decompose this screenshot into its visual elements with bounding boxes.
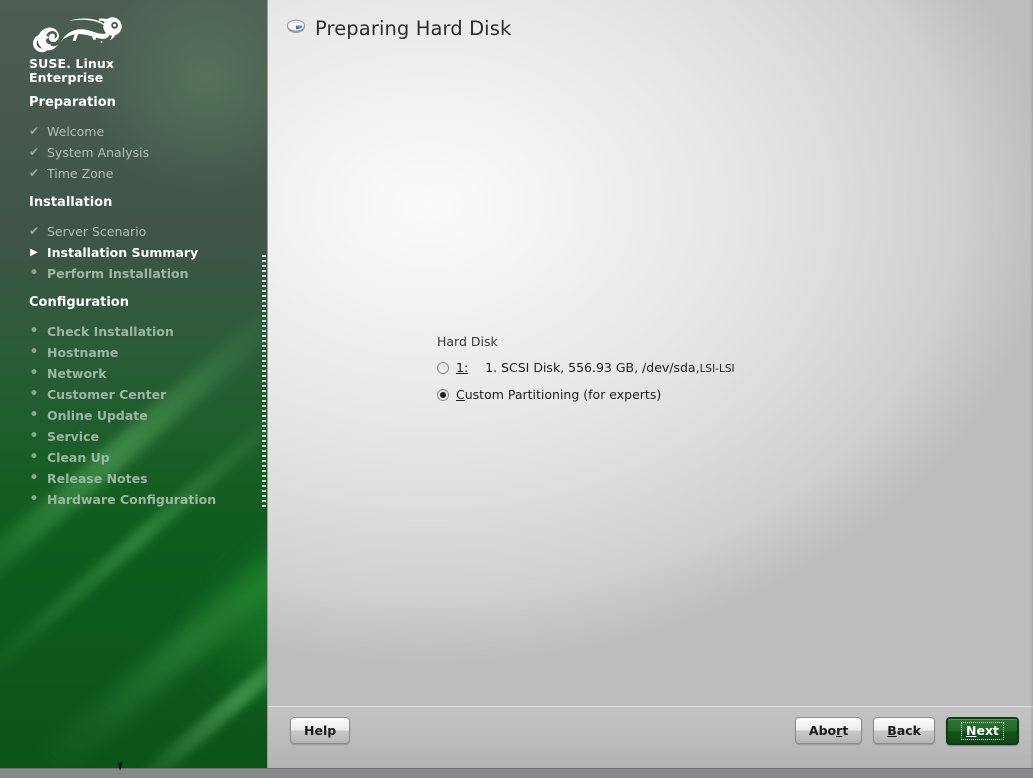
sidebar-item-label: Online Update bbox=[47, 408, 148, 423]
next-button[interactable]: Next bbox=[946, 717, 1019, 745]
sidebar-item-online-update[interactable]: • Online Update bbox=[0, 405, 267, 426]
sidebar-ribbon-3 bbox=[30, 511, 267, 768]
sidebar-ribbon-4 bbox=[120, 593, 267, 768]
radio-label-custom-partitioning: Custom Partitioning (for experts) bbox=[456, 387, 661, 402]
hard-disk-group-label: Hard Disk bbox=[437, 334, 735, 349]
next-button-label-tail: ext bbox=[976, 723, 999, 738]
sidebar-item-hardware-configuration[interactable]: • Hardware Configuration bbox=[0, 489, 267, 510]
sidebar-item-label: Release Notes bbox=[47, 471, 148, 486]
custom-partitioning-text: ustom Partitioning (for experts) bbox=[465, 387, 662, 402]
back-button[interactable]: Back bbox=[873, 717, 935, 744]
bullet-icon: • bbox=[27, 489, 41, 510]
radio-accesskey-disk-1: 1: bbox=[456, 360, 468, 375]
sidebar-item-clean-up[interactable]: • Clean Up bbox=[0, 447, 267, 468]
check-icon: ✔ bbox=[27, 163, 41, 184]
bullet-icon: • bbox=[27, 342, 41, 363]
radio-indicator-disk-1[interactable] bbox=[437, 362, 449, 374]
bullet-icon: • bbox=[27, 263, 41, 284]
sidebar-item-hostname[interactable]: • Hostname bbox=[0, 342, 267, 363]
sidebar-item-label: Server Scenario bbox=[47, 224, 146, 239]
dialog-button-bar: Help Abort Back Next bbox=[268, 706, 1033, 768]
sidebar-item-label: Check Installation bbox=[47, 324, 174, 339]
bullet-icon: • bbox=[27, 447, 41, 468]
sidebar-item-service[interactable]: • Service bbox=[0, 426, 267, 447]
sidebar-item-network[interactable]: • Network bbox=[0, 363, 267, 384]
radio-option-disk-1[interactable]: 1: 1. SCSI Disk, 556.93 GB, /dev/sda,LSI-… bbox=[437, 360, 735, 375]
sidebar-item-system-analysis[interactable]: ✔ System Analysis bbox=[0, 142, 267, 163]
check-icon: ✔ bbox=[27, 121, 41, 142]
hard-disk-group: Hard Disk 1: 1. SCSI Disk, 556.93 GB, /de… bbox=[437, 334, 735, 402]
bullet-icon: • bbox=[27, 426, 41, 447]
check-icon: ✔ bbox=[27, 221, 41, 242]
sidebar-item-label: Customer Center bbox=[47, 387, 166, 402]
product-name-line2: Enterprise bbox=[29, 71, 114, 85]
abort-button-label-tail: t bbox=[842, 723, 848, 738]
sidebar-item-label: Installation Summary bbox=[47, 245, 198, 260]
bullet-icon: • bbox=[27, 321, 41, 342]
product-name-line1: SUSE. Linux bbox=[29, 57, 114, 71]
page-title-row: Preparing Hard Disk bbox=[286, 16, 511, 40]
sidebar-item-label: Service bbox=[47, 429, 99, 444]
sidebar-item-check-installation[interactable]: • Check Installation bbox=[0, 321, 267, 342]
sidebar-item-label: Hardware Configuration bbox=[47, 492, 216, 507]
radio-accesskey-custom-partitioning: C bbox=[456, 387, 465, 402]
sidebar-ribbon-glow bbox=[175, 483, 267, 731]
abort-button-label: Abo bbox=[809, 723, 836, 738]
sidebar-item-label: Perform Installation bbox=[47, 266, 189, 281]
sidebar-item-welcome[interactable]: ✔ Welcome bbox=[0, 121, 267, 142]
bullet-icon: • bbox=[27, 405, 41, 426]
installer-screen: SUSE. Linux Enterprise Preparation ✔ Welco… bbox=[0, 0, 1033, 778]
radio-option-custom-partitioning[interactable]: Custom Partitioning (for experts) bbox=[437, 387, 735, 402]
installer-sidebar: SUSE. Linux Enterprise Preparation ✔ Welco… bbox=[0, 0, 267, 768]
dotted-splitter-handle-icon[interactable] bbox=[262, 255, 266, 507]
sidebar-item-label: Time Zone bbox=[47, 166, 113, 181]
arrow-right-icon: ▶ bbox=[27, 242, 41, 263]
sidebar-item-label: Welcome bbox=[47, 124, 104, 139]
bullet-icon: • bbox=[27, 468, 41, 489]
bullet-icon: • bbox=[27, 384, 41, 405]
sidebar-item-label: Clean Up bbox=[47, 450, 110, 465]
sidebar-item-label: System Analysis bbox=[47, 145, 149, 160]
sidebar-item-customer-center[interactable]: • Customer Center bbox=[0, 384, 267, 405]
sidebar-section-heading: Installation bbox=[0, 194, 267, 212]
back-button-label-tail: ack bbox=[897, 723, 921, 738]
product-name: SUSE. Linux Enterprise bbox=[29, 57, 114, 85]
sidebar-item-label: Network bbox=[47, 366, 107, 381]
help-button-label: Help bbox=[304, 723, 336, 738]
sidebar-item-release-notes[interactable]: • Release Notes bbox=[0, 468, 267, 489]
installer-step-list: Preparation ✔ Welcome ✔ System Analysis ✔ Time… bbox=[0, 94, 267, 510]
sidebar-item-installation-summary[interactable]: ▶ Installation Summary bbox=[0, 242, 267, 263]
sidebar-section-heading: Preparation bbox=[0, 94, 267, 112]
page-title: Preparing Hard Disk bbox=[315, 17, 511, 40]
sidebar-item-server-scenario[interactable]: ✔ Server Scenario bbox=[0, 221, 267, 242]
bullet-icon: • bbox=[27, 363, 41, 384]
next-accesskey: N bbox=[966, 723, 976, 738]
sidebar-item-perform-installation[interactable]: • Perform Installation bbox=[0, 263, 267, 284]
installer-content-panel: Preparing Hard Disk Hard Disk 1: 1. SCSI … bbox=[267, 0, 1033, 768]
radio-label-disk-1: 1: 1. SCSI Disk, 556.93 GB, /dev/sda,LSI-… bbox=[456, 360, 735, 375]
radio-indicator-custom-partitioning[interactable] bbox=[437, 389, 449, 401]
sidebar-item-time-zone[interactable]: ✔ Time Zone bbox=[0, 163, 267, 184]
disk-vendor: LSI-LSI bbox=[700, 363, 735, 375]
check-icon: ✔ bbox=[27, 142, 41, 163]
abort-button[interactable]: Abort bbox=[795, 717, 862, 744]
disk-description: 1. SCSI Disk, 556.93 GB, /dev/sda, bbox=[485, 360, 699, 375]
sidebar-item-label: Hostname bbox=[47, 345, 118, 360]
help-button[interactable]: Help bbox=[290, 717, 350, 744]
desktop-bottom-strip bbox=[0, 768, 1033, 778]
next-button-focus-ring: Next bbox=[961, 722, 1004, 740]
back-accesskey: B bbox=[887, 723, 897, 738]
hard-disk-partition-icon bbox=[286, 16, 306, 40]
sidebar-section-heading: Configuration bbox=[0, 294, 267, 312]
